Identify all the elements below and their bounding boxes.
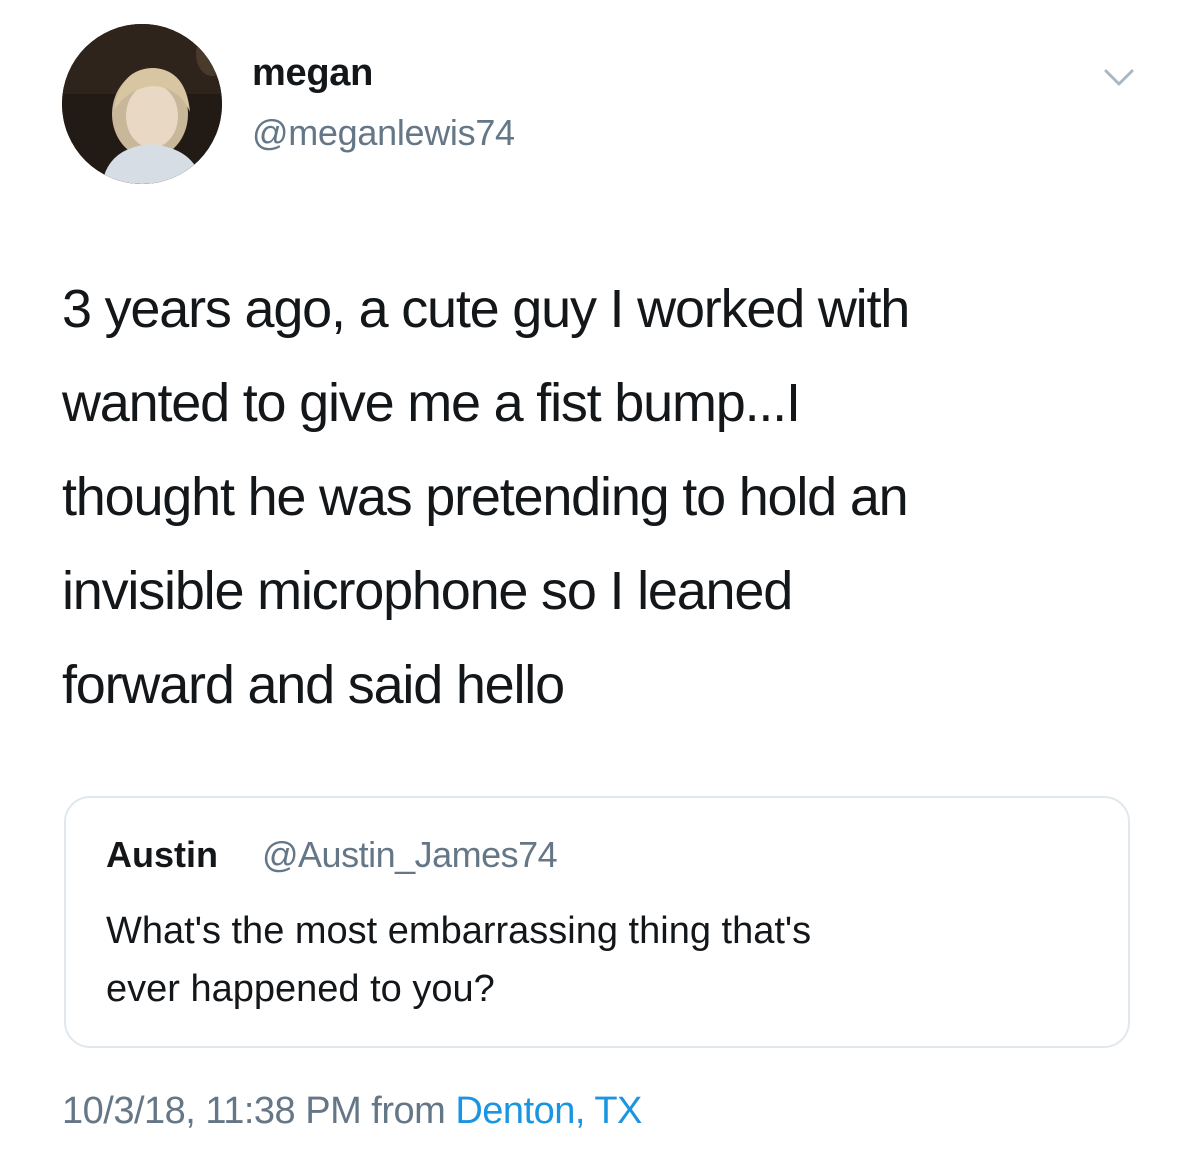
- profile-photo-icon: [62, 24, 222, 184]
- quoted-tweet-text: What's the most embarrassing thing that'…: [106, 910, 812, 1010]
- quoted-author-display-name: Austin: [106, 834, 218, 875]
- from-label: from: [371, 1090, 446, 1132]
- tweet-meta: 10/3/18, 11:38 PM from Denton, TX: [62, 1090, 642, 1133]
- tweet-card: megan @meganlewis74 3 years ago, a cute …: [0, 0, 1200, 1159]
- author-handle[interactable]: @meganlewis74: [252, 112, 515, 154]
- author-display-name[interactable]: megan: [252, 52, 373, 95]
- quoted-author-handle: @Austin_James74: [262, 834, 558, 875]
- quoted-tweet[interactable]: Austin @Austin_James74 What's the most e…: [64, 796, 1130, 1048]
- tweet-text: 3 years ago, a cute guy I worked with wa…: [62, 279, 910, 715]
- location-link[interactable]: Denton, TX: [455, 1090, 642, 1132]
- chevron-down-icon: [1104, 69, 1134, 86]
- avatar[interactable]: [62, 24, 222, 184]
- tweet-menu-button[interactable]: [1100, 62, 1138, 92]
- timestamp[interactable]: 10/3/18, 11:38 PM: [62, 1090, 362, 1132]
